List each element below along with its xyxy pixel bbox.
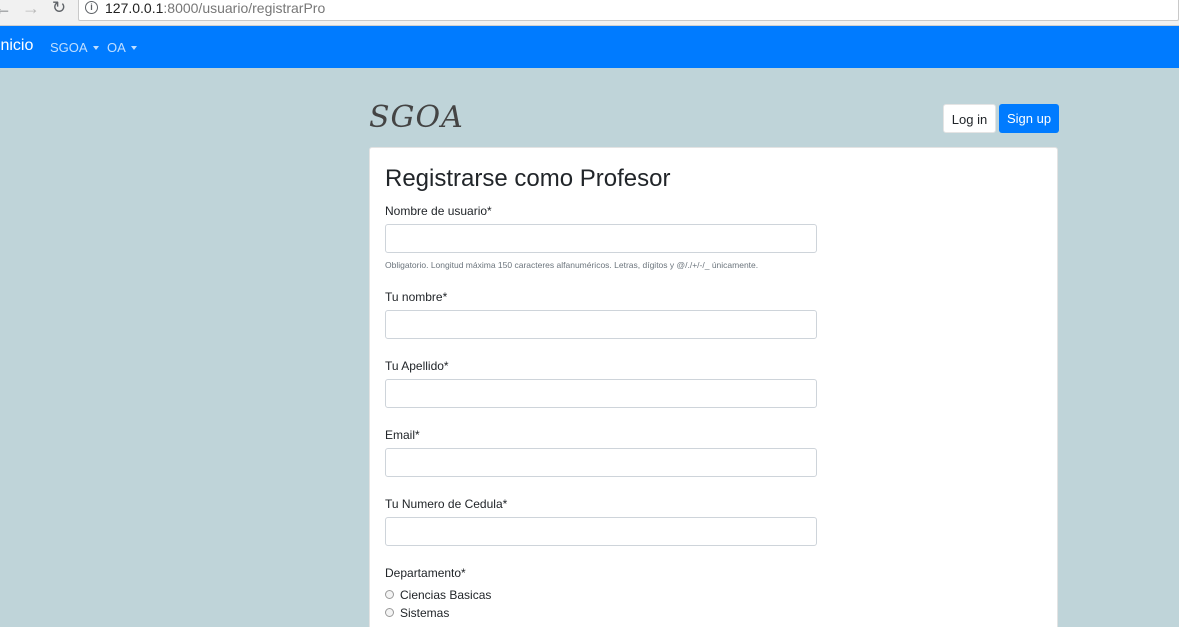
url-host: 127.0.0.1 xyxy=(105,0,164,16)
first-name-input[interactable] xyxy=(385,310,817,339)
page-title: Registrarse como Profesor xyxy=(385,165,671,192)
login-button[interactable]: Log in xyxy=(943,104,996,133)
department-option[interactable]: Sistemas xyxy=(385,606,449,620)
radio-button[interactable] xyxy=(385,590,394,599)
last-name-label: Tu Apellido* xyxy=(385,359,449,373)
email-label: Email* xyxy=(385,428,420,442)
cedula-label: Tu Numero de Cedula* xyxy=(385,497,508,511)
registration-card: Registrarse como Profesor Nombre de usua… xyxy=(369,147,1058,627)
department-option-label: Sistemas xyxy=(400,606,450,620)
address-url[interactable]: 127.0.0.1:8000/usuario/registrarPro xyxy=(105,0,325,16)
back-arrow-icon[interactable]: ← xyxy=(0,0,14,18)
nav-brand-link[interactable]: Inicio xyxy=(0,37,33,55)
site-logo[interactable]: SGOA xyxy=(369,100,464,135)
caret-down-icon xyxy=(92,46,99,50)
cedula-input[interactable] xyxy=(385,517,817,546)
radio-button[interactable] xyxy=(385,608,394,617)
signup-button[interactable]: Sign up xyxy=(999,104,1059,133)
address-bar[interactable]: i 127.0.0.1:8000/usuario/registrarPro xyxy=(78,0,1179,21)
top-navbar: Inicio SGOA OA xyxy=(0,26,1179,68)
username-input[interactable] xyxy=(385,224,817,253)
username-help-text: Obligatorio. Longitud máxima 150 caracte… xyxy=(385,260,759,270)
nav-dropdown-sgoa[interactable]: SGOA xyxy=(50,40,99,55)
username-label: Nombre de usuario* xyxy=(385,204,492,218)
nav-dropdown-sgoa-label: SGOA xyxy=(50,40,88,55)
first-name-label: Tu nombre* xyxy=(385,290,448,304)
department-option-label: Ciencias Basicas xyxy=(400,588,492,602)
browser-toolbar: ← → ↻ i 127.0.0.1:8000/usuario/registrar… xyxy=(0,0,1179,26)
department-label: Departamento* xyxy=(385,566,466,580)
reload-icon[interactable]: ↻ xyxy=(48,0,70,18)
department-option[interactable]: Ciencias Basicas xyxy=(385,588,491,602)
nav-dropdown-oa-label: OA xyxy=(107,40,126,55)
url-path: :8000/usuario/registrarPro xyxy=(163,0,326,16)
last-name-input[interactable] xyxy=(385,379,817,408)
nav-dropdown-oa[interactable]: OA xyxy=(107,40,137,55)
info-icon[interactable]: i xyxy=(85,1,98,14)
email-input[interactable] xyxy=(385,448,817,477)
forward-arrow-icon[interactable]: → xyxy=(20,0,42,18)
caret-down-icon xyxy=(130,46,137,50)
